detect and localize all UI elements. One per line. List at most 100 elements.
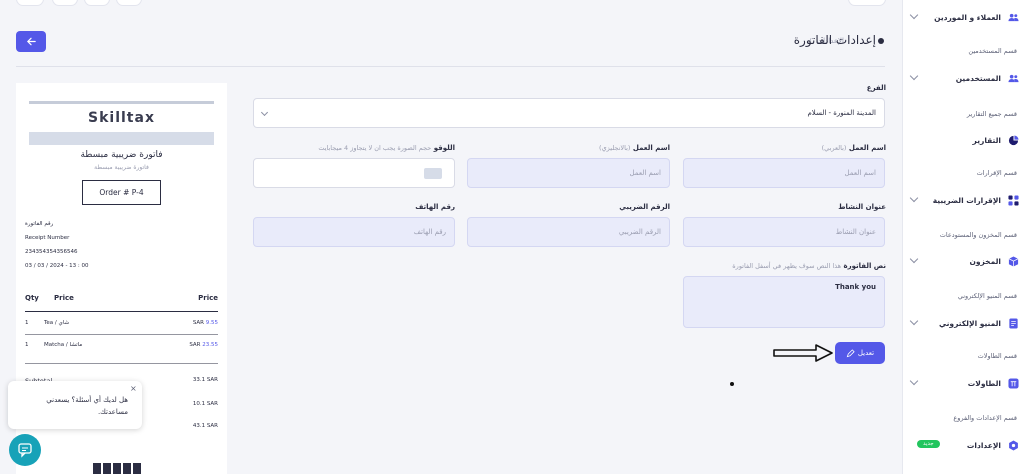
receipt-order-box: Order # P-4 [82,180,161,205]
sidebar-item-settings[interactable]: الإعدادات جديد [903,434,1024,456]
users-icon [1007,11,1019,23]
chat-popup: × هل لديك أي أسئلة؟ يسعدني مساعدتك. [8,381,142,429]
user-pill[interactable] [848,0,886,6]
note-hint: هذا النص سوف يظهر في أسفل الفاتورة [732,262,842,270]
note-label: نص الفاتورة هذا النص سوف يظهر في أسفل ال… [732,262,886,270]
new-badge: جديد [917,440,940,448]
pencil-icon [846,348,855,357]
pie-chart-icon [1007,134,1019,146]
phone-input[interactable]: رقم الهاتف [253,217,455,247]
sidebar-item-e-menu[interactable]: المنيو الإلكتروني [903,312,1024,334]
tax-value: 10.1 SAR [192,401,218,407]
phone-label: رقم الهاتف [415,203,455,211]
row-item: Tea / شاي [44,320,70,326]
logo-upload[interactable] [253,158,455,188]
col-total: Price [198,294,218,302]
section-declarations: قسم الإقرارات [976,169,1017,177]
chat-message: هل لديك أي أسئلة؟ يسعدني مساعدتك. [46,396,128,416]
section-tables: قسم الطاولات [977,352,1017,360]
chevron-down-icon [909,316,919,326]
row-amount: 9.55 [205,320,218,326]
branch-label: الفرع [866,84,886,92]
chevron-down-icon [909,254,919,264]
col-price: Price [54,294,74,302]
name-ar-input[interactable]: اسم العمل [683,158,885,188]
receipt-subtitle: فاتورة ضريبية مبسطة [94,164,149,171]
row-qty: 1 [25,320,29,326]
subtotal-value: 33.1 SAR [192,377,218,383]
top-bar [0,0,902,9]
name-ar-label: اسم العمل (بالعربي) [821,144,886,152]
tax-label: الرقم الضريبي [619,203,670,211]
top-pill[interactable] [16,0,44,6]
divider [16,66,885,67]
users-icon [1007,72,1019,84]
menu-icon [1007,317,1019,329]
branch-value: المدينة المنورة - السلام [807,109,876,117]
col-qty: Qty [25,294,39,302]
sidebar-item-tax-declarations[interactable]: الإقرارات الضريبية [903,189,1024,211]
receipt-line [29,101,214,104]
sidebar-item-users[interactable]: المستخدمين [903,67,1024,89]
section-users: قسم المستخدمين [968,47,1017,55]
tax-input[interactable]: الرقم الضريبي [467,217,670,247]
section-inventory: قسم المخزون والمستودعات [939,231,1017,239]
edit-button[interactable]: تعديل [835,342,885,364]
name-en-input[interactable]: اسم العمل [467,158,670,188]
chevron-down-icon [909,71,919,81]
name-ar-hint: (بالعربي) [821,144,847,152]
chat-button[interactable] [9,434,41,466]
invoice-number: 234354354356546 [25,249,78,255]
receipt-logo: Skilltax [88,110,155,126]
invoice-datetime: 03 / 03 / 2024 - 13 : 00 [25,263,89,269]
logo-hint: حجم الصورة يجب ان لا يتجاوز 4 ميجابايت [318,144,432,152]
qr-code [93,463,150,474]
chevron-down-icon [909,376,919,386]
arrow-left-icon [26,37,36,46]
section-e-menu: قسم المنيو الإلكتروني [957,292,1017,300]
row-currency: SAR [192,320,204,326]
sidebar-item-customers[interactable]: العملاء و الموردين [903,6,1024,28]
cursor-dot [730,382,734,386]
arrow-right-icon [773,344,833,362]
sidebar-item-reports[interactable]: التقارير [903,129,1024,151]
logo-label: اللوقو حجم الصورة يجب ان لا يتجاوز 4 ميج… [318,144,455,152]
sidebar-item-inventory[interactable]: المخزون [903,250,1024,272]
activity-label: عنوان النشاط [838,203,886,211]
receipt-separator [25,311,218,312]
receipt-separator [25,334,218,335]
page-title: إعدادات الفاتورة [793,33,876,47]
row-price: SAR 9.55 [193,320,218,326]
branch-select[interactable]: المدينة المنورة - السلام [253,98,885,128]
name-en-label: اسم العمل (بالانجليزي) [599,144,670,152]
row-price: SAR 23.55 [189,342,218,348]
top-pill[interactable] [84,0,110,6]
receipt-separator [25,363,218,364]
section-reports: قسم جميع التقارير [966,110,1017,118]
edit-label: تعديل [857,349,875,357]
top-pill[interactable] [116,0,142,6]
back-button[interactable] [16,31,46,52]
row-amount: 23.55 [202,342,218,348]
chevron-down-icon [909,193,919,203]
row-currency: SAR [189,342,201,348]
chat-icon [18,443,32,458]
grid-icon [1007,194,1019,206]
top-pill[interactable] [52,0,78,6]
row-qty: 1 [25,342,29,348]
receipt-band [29,132,214,145]
chevron-down-icon [909,10,919,20]
sidebar: العملاء و الموردين قسم المستخدمين المستخ… [902,0,1024,474]
gear-icon [1007,439,1019,451]
note-textarea[interactable]: Thank you [683,276,885,328]
cube-icon [1007,255,1019,267]
row-item: Matcha / ماتشا [44,342,83,348]
invoice-number-label-ar: رقم الفاتورة [25,221,54,227]
image-icon [424,168,442,179]
name-en-hint: (بالانجليزي) [599,144,631,152]
sidebar-item-tables[interactable]: الطاولات [903,372,1024,394]
chat-close-button[interactable]: × [130,384,137,393]
activity-input[interactable]: عنوان النشاط [683,217,885,247]
table-icon [1007,377,1019,389]
chevron-down-icon [260,108,269,117]
